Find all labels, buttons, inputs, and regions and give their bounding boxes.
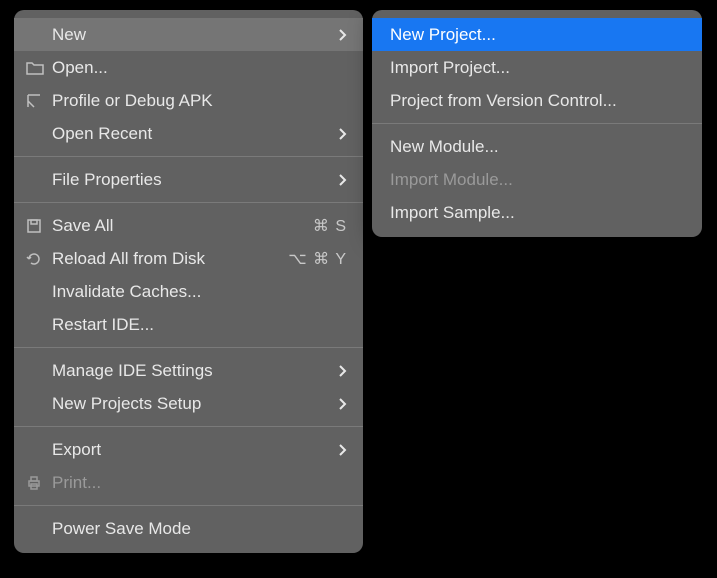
menu-item-new-projects-setup[interactable]: New Projects Setup: [14, 387, 363, 420]
new-submenu: New Project... Import Project... Project…: [372, 10, 702, 237]
menu-label: File Properties: [52, 170, 339, 190]
menu-item-new[interactable]: New: [14, 18, 363, 51]
divider: [14, 347, 363, 348]
menu-label: Project from Version Control...: [390, 91, 684, 111]
menu-item-invalidate[interactable]: Invalidate Caches...: [14, 275, 363, 308]
menu-item-print: Print...: [14, 466, 363, 499]
menu-label: Manage IDE Settings: [52, 361, 339, 381]
menu-item-profile-apk[interactable]: Profile or Debug APK: [14, 84, 363, 117]
menu-label: Import Sample...: [390, 203, 684, 223]
menu-label: Open...: [52, 58, 347, 78]
menu-item-power-save[interactable]: Power Save Mode: [14, 512, 363, 545]
divider: [14, 426, 363, 427]
menu-item-export[interactable]: Export: [14, 433, 363, 466]
menu-item-restart[interactable]: Restart IDE...: [14, 308, 363, 341]
menu-label: New Project...: [390, 25, 684, 45]
profile-icon: [26, 93, 52, 109]
folder-icon: [26, 61, 52, 75]
menu-label: New: [52, 25, 339, 45]
submenu-item-new-module[interactable]: New Module...: [372, 130, 702, 163]
save-icon: [26, 218, 52, 234]
menu-item-open-recent[interactable]: Open Recent: [14, 117, 363, 150]
divider: [14, 505, 363, 506]
menu-label: Import Project...: [390, 58, 684, 78]
chevron-right-icon: [339, 398, 347, 410]
menu-label: Profile or Debug APK: [52, 91, 347, 111]
menu-item-manage-ide[interactable]: Manage IDE Settings: [14, 354, 363, 387]
menu-item-save-all[interactable]: Save All ⌘ S: [14, 209, 363, 242]
menu-label: Import Module...: [390, 170, 684, 190]
menu-label: Export: [52, 440, 339, 460]
divider: [14, 202, 363, 203]
menu-label: Print...: [52, 473, 347, 493]
menu-label: New Module...: [390, 137, 684, 157]
chevron-right-icon: [339, 128, 347, 140]
menu-label: Restart IDE...: [52, 315, 347, 335]
submenu-item-import-module: Import Module...: [372, 163, 702, 196]
divider: [14, 156, 363, 157]
reload-icon: [26, 251, 52, 267]
chevron-right-icon: [339, 29, 347, 41]
menu-item-reload[interactable]: Reload All from Disk ⌥ ⌘ Y: [14, 242, 363, 275]
menu-label: Open Recent: [52, 124, 339, 144]
shortcut-label: ⌘ S: [313, 216, 347, 236]
menu-label: Invalidate Caches...: [52, 282, 347, 302]
menu-item-open[interactable]: Open...: [14, 51, 363, 84]
chevron-right-icon: [339, 174, 347, 186]
menu-label: Power Save Mode: [52, 519, 347, 539]
print-icon: [26, 475, 52, 491]
shortcut-label: ⌥ ⌘ Y: [288, 249, 347, 269]
submenu-item-new-project[interactable]: New Project...: [372, 18, 702, 51]
chevron-right-icon: [339, 365, 347, 377]
menu-item-file-properties[interactable]: File Properties: [14, 163, 363, 196]
submenu-item-version-control[interactable]: Project from Version Control...: [372, 84, 702, 117]
chevron-right-icon: [339, 444, 347, 456]
submenu-item-import-project[interactable]: Import Project...: [372, 51, 702, 84]
menu-label: New Projects Setup: [52, 394, 339, 414]
menu-label: Reload All from Disk: [52, 249, 276, 269]
file-menu: New Open... Profile or Debug APK Open Re…: [14, 10, 363, 553]
divider: [372, 123, 702, 124]
menu-label: Save All: [52, 216, 301, 236]
submenu-item-import-sample[interactable]: Import Sample...: [372, 196, 702, 229]
